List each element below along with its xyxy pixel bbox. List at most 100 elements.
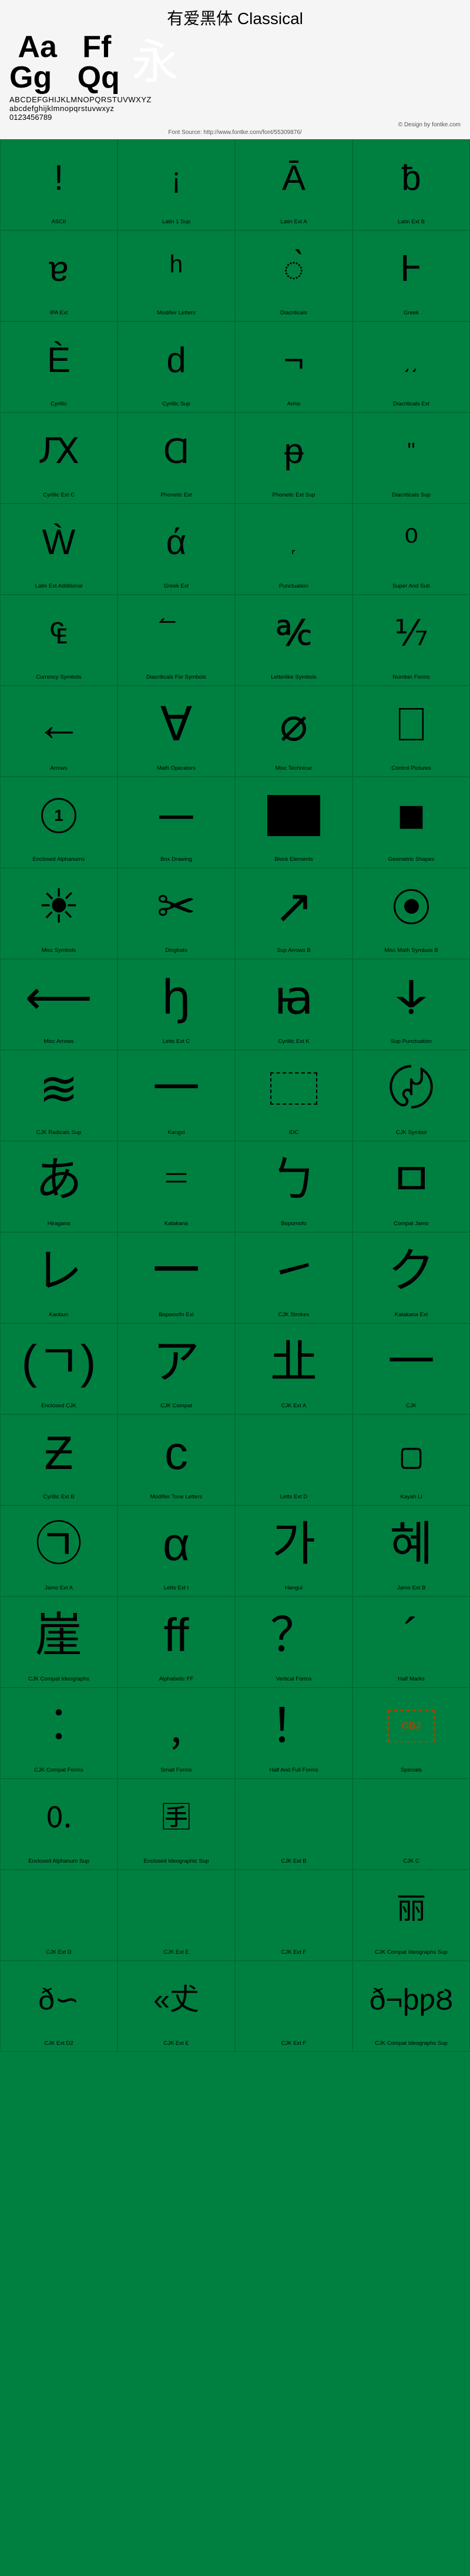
cell-miscsyms: ☀ Misc Symbols [0,868,118,959]
cell-enclosedeographic-sup: 🈐 Enclosed Ideographic Sup [118,1779,235,1870]
cell-cjkc: 𪜀 CJK C [352,1779,470,1870]
label-latinextadd: Latin Ext Additional [35,583,83,589]
cell-boxdrawing: ─ Box Drawing [118,777,235,868]
symbol-diacritexta: ͵͵ [404,322,418,398]
symbol-hiragana: あ [35,1142,82,1218]
label-punctuation: Punctuation [279,583,308,589]
cell-cjksymbol: 〄 CJK Symbol [352,1050,470,1141]
label-cjkexte: CJK Ext E [163,1949,189,1956]
symbol-halfmarks: ´ [404,1597,419,1673]
label-cyrillicsup: Cyrillic Sup [162,401,190,407]
label-dingbats: Dingbats [165,947,187,954]
cell-numforms: ⅐ Number Forms [352,595,470,686]
symbol-latinexta: Ā [282,140,306,216]
label-smallforms: Small Forms [160,1767,192,1773]
label-compatjamo: Compat Jamo [394,1220,428,1227]
cell-kangxi: ⼀ Kangxi [118,1050,235,1141]
label-controlpic: Control Pictures [391,765,431,772]
symbol-cjkcompatforms: ︰ [35,1688,82,1765]
symbol-arrows: ← [35,686,82,763]
label-diacrit: Diacriticals [280,310,307,316]
sample-display: Aa Ff Gg Qq 永 [9,32,461,93]
label-katakanaext: Katakana Ext [395,1312,428,1318]
symbol-controlpic: ⎕ [397,686,425,763]
cell-enclosedalpha-sup: 🄀 Enclosed Alphanum Sup [0,1779,118,1870]
label-currency: Currency Symbols [36,674,82,680]
cell-halffullforms: ！ Half And Full Forms [235,1688,352,1779]
cell-geoshapes: ■ Geometric Shapes [352,777,470,868]
symbol-cyrillic: È [47,322,70,398]
cell-miscmathsymb: Misc Math Symbols B [352,868,470,959]
cell-cjkcompatforms: ︰ CJK Compat Forms [0,1688,118,1779]
symbol-bopomofo: ㄅ [270,1142,317,1218]
symbol-lettsextc: ꜧ [162,960,192,1036]
cell-specials: OBJ Specials [352,1688,470,1779]
label-greek: Greek [404,310,419,316]
alphabet-lower: abcdefghijklmnopqrstuvwxyz [9,104,461,113]
cell-modletters: ʰ Modifier Letters [118,230,235,321]
label-mathops: Math Operators [157,765,196,772]
cell-blockelems: Block Elements [235,777,352,868]
label-superandsub: Super And Sub [392,583,430,589]
label-idc: IDC [289,1129,298,1136]
label-misctechn: Misc Technicar [276,765,313,772]
symbol-jamoexta: ㉠ [35,1506,82,1582]
symbol-enclosedalpha-sup: 🄀 [44,1779,73,1856]
label-diacritexta: Diacriticals Ext [393,401,429,407]
label-misc-1: CJK Ext D2 [44,2040,73,2047]
symbol-suppunct: ꛷ [395,960,428,1036]
label-arrows: Arrows [50,765,68,772]
label-ipaext: IPA Ext [50,310,68,316]
symbol-misc-2: «𠀋 [153,1961,199,2038]
label-modletters: Modifier Letters [157,310,195,316]
sample-row2: Gg Qq [9,62,120,93]
cell-cyrillicextc: Ԕ Cyrillic Ext C [0,412,118,504]
label-latinexta: Latin Ext A [280,219,307,225]
cell-diacritforsym: ⃐ Diacriticals For Symbols [118,595,235,686]
cell-idc: IDC [235,1050,352,1141]
symbol-cyrillicsup: d [166,322,186,398]
label-cjkcompatforms: CJK Compat Forms [34,1767,83,1773]
cell-diacritexta: ͵͵ Diacriticals Ext [352,321,470,412]
symbol-katakana: ゠ [153,1142,200,1218]
symbol-miscsyms: ☀ [38,868,80,945]
cell-ipaext: ɐ IPA Ext [0,230,118,321]
cell-cjkcompatsup: 丽 CJK Compat Ideographs Sup [352,1870,470,1961]
label-phoneticext: Phonetic Ext [160,492,192,498]
label-modtone: Modifier Tone Letters [150,1494,203,1500]
symbol-enclosedeographic-sup: 🈐 [162,1779,191,1856]
symbol-enclosedalpha: 1 [41,777,76,854]
label-cjkradicalsup: CJK Radicals Sup [36,1129,82,1136]
symbol-superandsub: ⁰ [404,504,418,581]
symbol-smallforms: ﹐ [153,1688,200,1765]
cell-greek: Ͱ Greek [352,230,470,321]
target-icon [394,889,429,924]
label-misc-2: CJK Ext E [163,2040,189,2047]
symbol-misc-4: ð¬þƿȢ [370,1961,454,2038]
cell-bopomofo: ㄅ Bopomofo [235,1141,352,1232]
cell-misc-4: ð¬þƿȢ CJK Compat Ideographs Sup [352,1961,470,2052]
symbol-alphabeticff: ff [163,1597,189,1673]
cell-cjkradicalsup: ≋ CJK Radicals Sup [0,1050,118,1141]
symbol-cjksymbol: 〄 [388,1051,435,1127]
symbol-latinextadd: Ẁ [42,504,76,581]
cell-cjkstrokes: ㇀ CJK Strokes [235,1232,352,1323]
credit: © Design by fontke.com [9,122,461,128]
cell-armo: ¬ Armo [235,321,352,412]
symbol-blockelems [267,777,320,854]
cell-cjkextb: 𠀀 CJK Ext B [235,1779,352,1870]
label-cjk: CJK [406,1403,417,1409]
cell-misc-3: 𫝀⊲ CJK Ext F [235,1961,352,2052]
label-letterlike: Letterlike Symbols [271,674,317,680]
cell-kayahli: ꤀ Kayah Li [352,1414,470,1505]
cell-verticalforms: ？ Vertical Forms [235,1596,352,1688]
symbol-greek: Ͱ [400,231,422,307]
label-enclosedeographic-sup: Enclosed Ideographic Sup [144,1858,209,1864]
symbol-specials: OBJ [388,1688,435,1765]
cell-superandsub: ⁰ Super And Sub [352,504,470,595]
cell-suppunct: ꛷ Sup Punctuation [352,959,470,1050]
cell-arrows: ← Arrows [0,686,118,777]
font-title: 有爱黑体 Classical [9,6,461,29]
symbol-letterlike: ℀ [276,595,311,672]
label-latin1sup: Latin 1 Sup [162,219,190,225]
